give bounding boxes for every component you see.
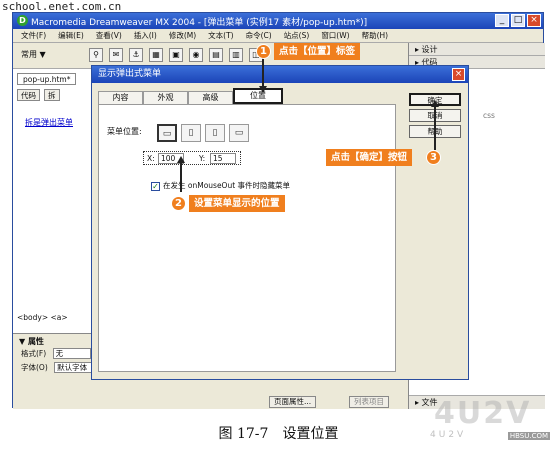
panel-design[interactable]: ▸ 设计 — [409, 43, 545, 56]
menubar: 文件(F) 编辑(E) 查看(V) 插入(I) 修改(M) 文本(T) 命令(C… — [13, 29, 543, 43]
hide-on-mouseout-label: 在发生 onMouseOut 事件时隐藏菜单 — [163, 181, 291, 190]
step1-number: 1 — [256, 44, 271, 59]
document-link-text[interactable]: 拆是弹出菜单 — [25, 117, 73, 128]
step1-arrowhead — [259, 86, 267, 93]
show-popup-menu-dialog: 显示弹出式菜单 × 内容 外观 高级 位置 菜单位置: ▭ ▯ ▯ ▭ X: 1… — [91, 65, 469, 380]
position-below-icon[interactable]: ▯ — [181, 124, 201, 142]
tag-selector[interactable]: <body> <a> — [17, 313, 68, 322]
hyperlink-icon[interactable]: ⚲ — [89, 48, 103, 62]
code-view-button[interactable]: 代码 — [17, 89, 40, 101]
window-title: Macromedia Dreamweaver MX 2004 - [弹出菜单 (… — [31, 18, 368, 28]
minimize-button[interactable]: _ — [495, 14, 509, 27]
logo-big-text: 4U2V — [434, 396, 532, 431]
menu-insert[interactable]: 插入(I) — [134, 30, 157, 41]
tab-appearance[interactable]: 外观 — [143, 91, 188, 104]
date-icon[interactable]: ▥ — [229, 48, 243, 62]
close-button[interactable]: × — [527, 14, 541, 27]
position-bottom-left-icon[interactable]: ▭ — [157, 124, 177, 142]
window-titlebar: D Macromedia Dreamweaver MX 2004 - [弹出菜单… — [13, 13, 543, 29]
menu-commands[interactable]: 命令(C) — [246, 30, 272, 41]
step2-arrow — [180, 161, 182, 192]
y-label: Y: — [199, 154, 206, 163]
position-tab-panel: 菜单位置: ▭ ▯ ▯ ▭ X: 100 Y: 15 ✓ 在发生 onMouseO… — [98, 104, 396, 372]
dialog-close-button[interactable]: × — [452, 68, 465, 81]
y-input[interactable]: 15 — [210, 153, 236, 164]
menu-position-options: ▭ ▯ ▯ ▭ — [157, 124, 249, 142]
split-view-button[interactable]: 拆 — [44, 89, 60, 101]
menu-text[interactable]: 文本(T) — [208, 30, 233, 41]
step1-callout: 点击【位置】标签 — [274, 43, 361, 60]
step3-arrow — [434, 104, 436, 150]
site-logo-watermark: 4U2V 4U2V HBSU.COM — [428, 396, 552, 448]
dialog-title: 显示弹出式菜单 — [92, 66, 468, 83]
menu-help[interactable]: 帮助(H) — [362, 30, 389, 41]
x-label: X: — [147, 154, 155, 163]
menu-window[interactable]: 窗口(W) — [321, 30, 349, 41]
step2-number: 2 — [171, 196, 186, 211]
menu-file[interactable]: 文件(F) — [21, 30, 46, 41]
format-select[interactable]: 无 — [52, 348, 91, 359]
email-link-icon[interactable]: ✉ — [109, 48, 123, 62]
format-label: 格式(F) — [21, 349, 47, 358]
document-tab[interactable]: pop-up.htm* — [17, 73, 77, 85]
step3-callout: 点击【确定】按钮 — [326, 149, 413, 166]
table-icon[interactable]: ▦ — [149, 48, 163, 62]
menu-position-label: 菜单位置: — [107, 127, 142, 136]
position-right-icon[interactable]: ▭ — [229, 124, 249, 142]
checkbox-checked-icon[interactable]: ✓ — [151, 181, 160, 191]
coordinate-fields: X: 100 Y: 15 — [143, 151, 241, 165]
menu-modify[interactable]: 修改(M) — [169, 30, 196, 41]
dreamweaver-app-icon: D — [17, 15, 28, 26]
font-label: 字体(O) — [21, 363, 48, 372]
menu-edit[interactable]: 编辑(E) — [58, 30, 84, 41]
logo-domain: HBSU.COM — [507, 432, 550, 440]
font-select[interactable]: 默认字体 — [54, 362, 93, 373]
step2-callout: 设置菜单显示的位置 — [189, 195, 285, 212]
maximize-button[interactable]: □ — [511, 14, 525, 27]
step1-arrow — [262, 54, 264, 88]
css-label: css — [483, 111, 495, 120]
menu-site[interactable]: 站点(S) — [284, 30, 310, 41]
menu-view[interactable]: 查看(V) — [96, 30, 122, 41]
hide-on-mouseout-option[interactable]: ✓ 在发生 onMouseOut 事件时隐藏菜单 — [151, 180, 290, 191]
position-above-icon[interactable]: ▯ — [205, 124, 225, 142]
media-icon[interactable]: ▤ — [209, 48, 223, 62]
tab-advanced[interactable]: 高级 — [188, 91, 233, 104]
step3-number: 3 — [426, 150, 441, 165]
layer-icon[interactable]: ▣ — [169, 48, 183, 62]
anchor-icon[interactable]: ⚓ — [129, 48, 143, 62]
tab-content[interactable]: 内容 — [98, 91, 143, 104]
step3-arrowhead — [431, 100, 439, 107]
page-properties-button[interactable]: 页面属性... — [269, 396, 317, 408]
dialog-tabs: 内容 外观 高级 位置 — [98, 88, 283, 104]
tab-position[interactable]: 位置 — [233, 88, 283, 104]
logo-small-text: 4U2V — [430, 430, 467, 440]
list-item-button[interactable]: 列表项目 — [349, 396, 389, 408]
image-icon[interactable]: ◉ — [189, 48, 203, 62]
step2-arrowhead — [177, 156, 185, 163]
insert-category-dropdown[interactable]: 常用 ▼ — [21, 49, 46, 60]
